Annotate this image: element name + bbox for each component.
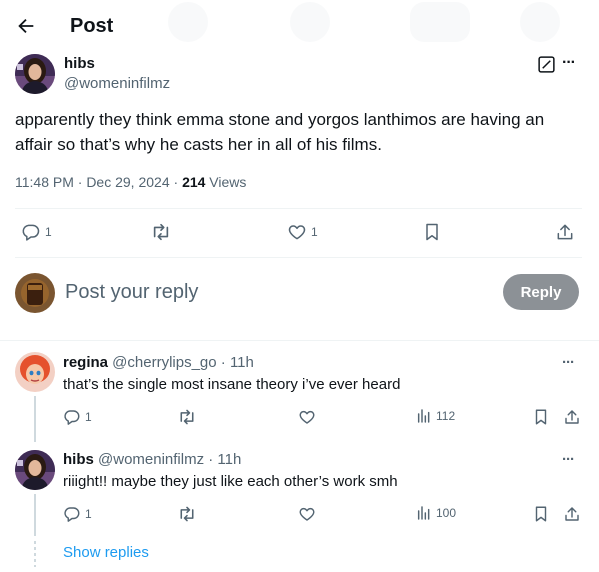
post-timestamp[interactable]: 11:48 PM · Dec 29, 2024 · (15, 174, 182, 190)
more-options-icon[interactable]: ··· (562, 54, 576, 72)
reply-header: regina @cherrylips_go · 11h (63, 354, 254, 372)
page-title: Post (70, 15, 114, 37)
top-bar: Post (0, 0, 599, 52)
more-options-icon[interactable]: ··· (562, 354, 575, 371)
reply-count: 1 (45, 225, 52, 239)
reply-count: 1 (85, 410, 92, 424)
bookmark-button[interactable] (532, 505, 550, 523)
reply-icon (63, 408, 81, 426)
repost-icon (150, 222, 172, 242)
author-handle[interactable]: @womeninfilmz (64, 75, 170, 93)
thread-dotted-connector (34, 541, 36, 567)
reply-icon (21, 222, 41, 242)
reply-author-name[interactable]: hibs (63, 451, 94, 468)
post-text: apparently they think emma stone and yor… (15, 110, 545, 154)
reply-count: 1 (85, 507, 92, 521)
repost-icon (177, 408, 197, 426)
reply-text: riiight!! maybe they just like each othe… (63, 473, 398, 490)
reply-button[interactable]: 1 (21, 222, 52, 242)
thread-connector (34, 494, 36, 536)
reply-input[interactable]: Post your reply (65, 279, 198, 305)
background-blur-shape (520, 2, 560, 42)
reply-header: hibs @womeninfilmz · 11h (63, 451, 241, 469)
share-icon (563, 408, 581, 426)
bookmark-icon (532, 408, 550, 426)
heart-icon (298, 505, 316, 523)
reply-handle-time[interactable]: @womeninfilmz · 11h (94, 451, 241, 468)
bookmark-button[interactable] (532, 408, 550, 426)
divider (15, 208, 582, 209)
heart-icon (287, 222, 307, 242)
reply-handle-time[interactable]: @cherrylips_go · 11h (108, 354, 254, 371)
bookmark-button[interactable] (422, 222, 442, 242)
views-label: Views (205, 174, 247, 190)
repost-button[interactable] (150, 222, 172, 242)
reply-button[interactable]: 1 (63, 408, 92, 426)
reply-avatar[interactable] (15, 352, 55, 392)
show-replies-link[interactable]: Show replies (63, 543, 149, 563)
reply-button[interactable]: 1 (63, 505, 92, 523)
bookmark-icon (422, 222, 442, 242)
share-button[interactable] (563, 408, 581, 426)
views-count: 214 (182, 174, 206, 190)
analytics-icon (416, 505, 432, 521)
background-blur-shape (290, 2, 330, 42)
reply-icon (63, 505, 81, 523)
reply-text: that’s the single most insane theory i’v… (63, 376, 401, 393)
more-options-icon[interactable]: ··· (562, 451, 575, 468)
divider (0, 340, 599, 341)
share-icon (563, 505, 581, 523)
share-button[interactable] (563, 505, 581, 523)
author-name[interactable]: hibs (64, 55, 95, 73)
background-blur-shape (168, 2, 208, 42)
post-metadata: 11:48 PM · Dec 29, 2024 · 214 Views (15, 173, 246, 191)
views-button[interactable]: 100 (416, 505, 456, 521)
reply-avatar[interactable] (15, 450, 55, 490)
views-count: 100 (436, 506, 457, 520)
like-count: 1 (311, 225, 318, 239)
like-button[interactable] (298, 408, 316, 426)
like-button[interactable]: 1 (287, 222, 318, 242)
views-count: 112 (436, 409, 456, 423)
thread-connector (34, 396, 36, 442)
like-button[interactable] (298, 505, 316, 523)
back-arrow-icon[interactable] (14, 14, 38, 38)
analytics-icon (416, 408, 432, 424)
author-avatar[interactable] (15, 54, 55, 94)
heart-icon (298, 408, 316, 426)
reply-author-name[interactable]: regina (63, 354, 108, 371)
share-button[interactable] (555, 222, 575, 242)
current-user-avatar[interactable] (15, 273, 55, 313)
views-button[interactable]: 112 (416, 408, 455, 424)
bookmark-icon (532, 505, 550, 523)
reply-submit-button[interactable]: Reply (503, 274, 579, 310)
repost-icon (177, 505, 197, 523)
repost-button[interactable] (177, 408, 197, 426)
divider (15, 257, 582, 258)
background-blur-shape (410, 2, 470, 42)
grok-icon[interactable] (537, 55, 555, 73)
repost-button[interactable] (177, 505, 197, 523)
share-icon (555, 222, 575, 242)
